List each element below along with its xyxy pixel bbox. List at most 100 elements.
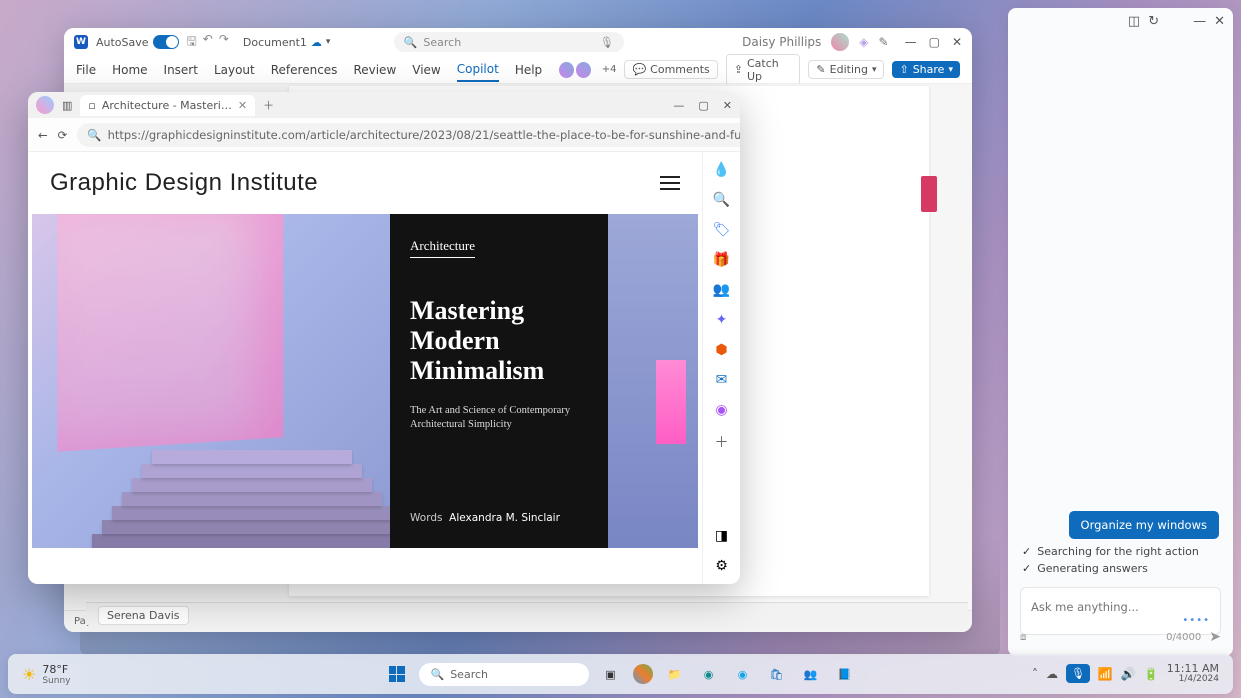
start-button[interactable] xyxy=(385,662,409,686)
presenter-chip[interactable]: Serena Davis xyxy=(98,606,189,625)
close-tab-icon[interactable]: ✕ xyxy=(238,99,247,112)
teams-icon[interactable]: 👥 xyxy=(799,662,823,686)
sidebar-chat-icon[interactable]: 💧 xyxy=(713,162,730,178)
panel-minimize-icon[interactable]: — xyxy=(1193,14,1206,29)
sidebar-settings-icon[interactable]: ⚙ xyxy=(715,558,728,574)
maximize-icon[interactable]: ▢ xyxy=(929,35,940,49)
sidebar-m365-icon[interactable]: ⬢ xyxy=(715,342,727,358)
article-author: Words Alexandra M. Sinclair xyxy=(410,512,588,524)
copilot-input-box[interactable]: •••• xyxy=(1020,587,1221,635)
webpage-content[interactable]: Graphic Design Institute Architecture Ma… xyxy=(28,152,702,584)
task-view-icon[interactable]: ▣ xyxy=(599,662,623,686)
explorer-icon[interactable]: 📁 xyxy=(663,662,687,686)
sidebar-games-icon[interactable]: ✦ xyxy=(716,312,728,328)
signed-in-user[interactable]: Daisy Phillips xyxy=(742,35,821,49)
edge-toolbar: ← ⟳ 🔍 https://graphicdesigninstitute.com… xyxy=(28,118,740,152)
pencil-icon: ✎ xyxy=(816,63,825,76)
article-category[interactable]: Architecture xyxy=(410,238,475,258)
battery-icon[interactable]: 🔋 xyxy=(1144,667,1159,681)
sidebar-collapse-icon[interactable]: ◨ xyxy=(715,528,728,544)
site-logo-text[interactable]: Graphic Design Institute xyxy=(50,169,318,197)
copilot-status-list: ✓Searching for the right action ✓Generat… xyxy=(1022,545,1199,579)
copilot-taskbar-icon[interactable] xyxy=(633,664,653,684)
comments-button[interactable]: 💬Comments xyxy=(624,60,717,79)
minimize-icon[interactable]: — xyxy=(673,99,684,112)
article-hero: Architecture Mastering Modern Minimalism… xyxy=(32,214,698,548)
back-icon[interactable]: ← xyxy=(38,128,48,142)
presence-avatar[interactable] xyxy=(558,61,575,79)
article-subhead: The Art and Science of Contemporary Arch… xyxy=(410,404,588,432)
panel-refresh-icon[interactable]: ↻ xyxy=(1148,14,1159,29)
sidebar-shopping-icon[interactable]: 🏷 xyxy=(713,222,731,238)
panel-layout-icon[interactable]: ◫ xyxy=(1128,14,1140,29)
lock-icon: 🔍 xyxy=(87,128,101,142)
address-bar[interactable]: 🔍 https://graphicdesigninstitute.com/art… xyxy=(77,123,740,147)
taskbar-clock[interactable]: 11:11 AM 1/4/2024 xyxy=(1167,663,1219,685)
user-avatar[interactable] xyxy=(831,33,849,51)
send-icon[interactable]: ➤ xyxy=(1209,629,1221,645)
sidebar-outlook-icon[interactable]: ✉ xyxy=(716,372,728,388)
chevron-down-icon[interactable]: ▾ xyxy=(326,37,331,47)
url-text: https://graphicdesigninstitute.com/artic… xyxy=(108,128,740,142)
panel-close-icon[interactable]: ✕ xyxy=(1214,14,1225,29)
tab-actions-icon[interactable]: ▥ xyxy=(62,99,72,112)
sidebar-add-icon[interactable]: ＋ xyxy=(715,432,729,452)
redo-icon[interactable]: ↷ xyxy=(219,32,229,53)
presence-avatar[interactable] xyxy=(575,61,592,79)
mic-active-icon[interactable]: 🎙 xyxy=(1066,664,1090,683)
tab-home[interactable]: Home xyxy=(112,59,147,81)
volume-icon[interactable]: 🔊 xyxy=(1121,667,1136,681)
mic-icon[interactable]: 🎙 xyxy=(600,36,614,49)
profile-avatar-icon[interactable] xyxy=(36,96,54,114)
wifi-icon[interactable]: 📶 xyxy=(1098,667,1113,681)
tab-review[interactable]: Review xyxy=(353,59,396,81)
tab-help[interactable]: Help xyxy=(515,59,542,81)
editing-mode-button[interactable]: ✎Editing▾ xyxy=(808,60,884,79)
taskbar-search[interactable]: 🔍Search xyxy=(419,663,589,686)
presence-more[interactable]: +4 xyxy=(602,64,617,75)
share-button[interactable]: ⇧Share▾ xyxy=(892,61,960,78)
check-icon: ✓ xyxy=(1022,545,1031,558)
edge-taskbar-icon[interactable]: ◉ xyxy=(731,662,755,686)
sidebar-tools-icon[interactable]: 🎁 xyxy=(713,252,730,268)
close-icon[interactable]: ✕ xyxy=(952,35,962,49)
hamburger-menu-icon[interactable] xyxy=(660,176,680,190)
search-icon: 🔍 xyxy=(431,668,445,681)
browser-tab[interactable]: ▫ Architecture - Mastering Mode ✕ xyxy=(80,95,255,116)
catchup-button[interactable]: ⇪Catch Up xyxy=(726,54,801,86)
sidebar-messenger-icon[interactable]: ◉ xyxy=(715,402,727,418)
refresh-icon[interactable]: ⟳ xyxy=(58,128,68,142)
copilot-input[interactable] xyxy=(1031,600,1210,614)
word-search-box[interactable]: 🔍 Search 🎙 xyxy=(394,32,624,52)
tab-file[interactable]: File xyxy=(76,59,96,81)
system-tray: ˄ ☁ 🎙 📶 🔊 🔋 11:11 AM 1/4/2024 xyxy=(1032,663,1219,685)
image-attach-icon[interactable]: ⧈ xyxy=(1020,632,1026,643)
word-taskbar-icon[interactable]: 📘 xyxy=(833,662,857,686)
tab-references[interactable]: References xyxy=(271,59,338,81)
copilot-side-tab[interactable] xyxy=(921,176,937,212)
tab-layout[interactable]: Layout xyxy=(214,59,255,81)
tab-title: Architecture - Mastering Mode xyxy=(102,99,232,112)
maximize-icon[interactable]: ▢ xyxy=(698,99,708,112)
sidebar-people-icon[interactable]: 👥 xyxy=(713,282,730,298)
tab-insert[interactable]: Insert xyxy=(164,59,198,81)
diamond-icon[interactable]: ◈ xyxy=(859,35,868,49)
store-icon[interactable]: 🛍 xyxy=(765,662,789,686)
undo-icon[interactable]: ↶ xyxy=(203,32,213,53)
tab-copilot[interactable]: Copilot xyxy=(457,58,499,82)
autosave-toggle[interactable]: AutoSave xyxy=(96,35,179,49)
edge-taskbar-icon[interactable]: ◉ xyxy=(697,662,721,686)
edge-window: ▥ ▫ Architecture - Mastering Mode ✕ ＋ — … xyxy=(28,92,740,584)
chevron-down-icon: ▾ xyxy=(872,65,877,75)
tray-chevron-icon[interactable]: ˄ xyxy=(1032,667,1038,681)
document-name[interactable]: Document1 ☁ ▾ xyxy=(243,36,331,49)
close-icon[interactable]: ✕ xyxy=(723,99,732,112)
onedrive-icon[interactable]: ☁ xyxy=(1046,667,1058,681)
sidebar-search-icon[interactable]: 🔍 xyxy=(713,192,730,208)
taskbar-weather[interactable]: ☀ 78°FSunny xyxy=(22,663,71,686)
minimize-icon[interactable]: — xyxy=(905,35,917,49)
tab-view[interactable]: View xyxy=(412,59,440,81)
new-tab-icon[interactable]: ＋ xyxy=(263,97,274,113)
save-icon[interactable]: 🖫 xyxy=(187,32,197,53)
pen-icon[interactable]: ✎ xyxy=(879,35,889,49)
